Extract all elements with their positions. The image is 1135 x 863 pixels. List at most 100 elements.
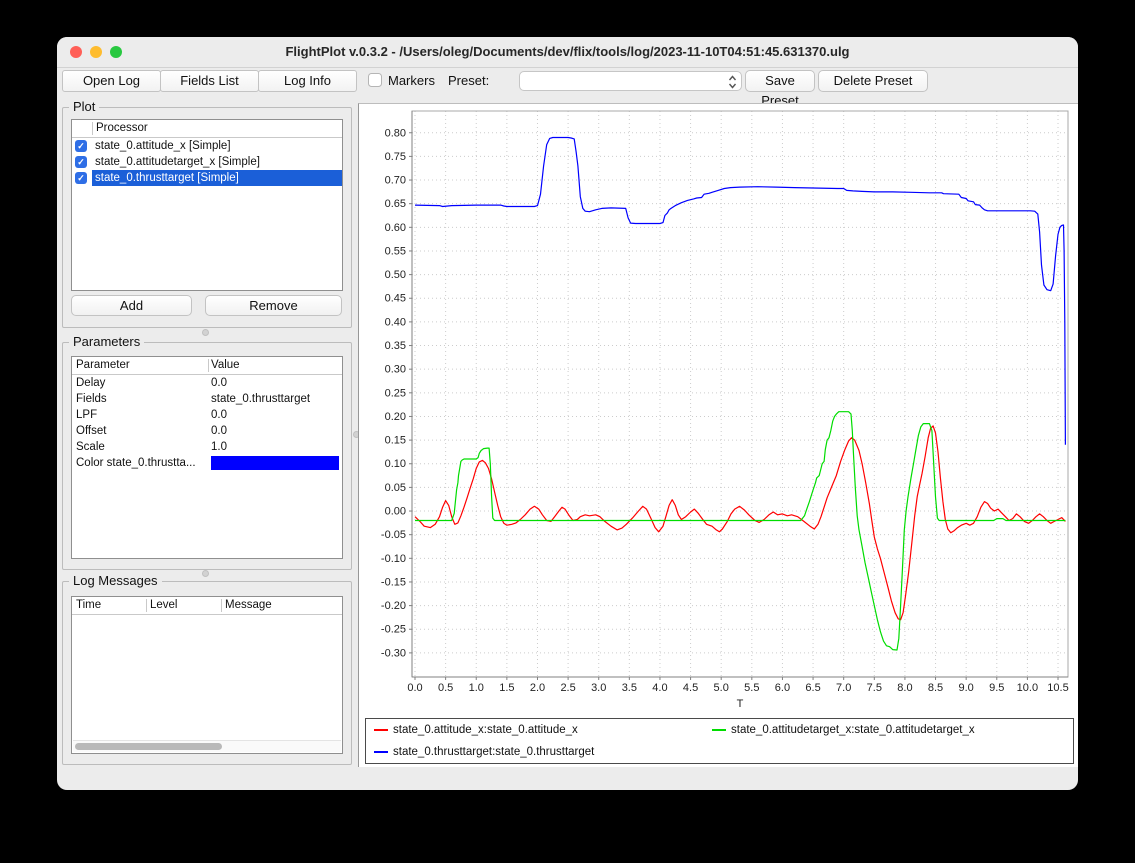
x-tick-label: 10.0	[1017, 682, 1038, 694]
plot-table-row[interactable]: ✓ state_0.thrusttarget [Simple]	[72, 170, 342, 186]
header-divider	[92, 122, 93, 135]
plot-table-row[interactable]: ✓ state_0.attitude_x [Simple]	[72, 138, 342, 154]
markers-label: Markers	[388, 70, 435, 92]
preset-combobox[interactable]	[519, 71, 742, 91]
legend-item: state_0.attitudetarget_x:state_0.attitud…	[712, 719, 975, 741]
plot-group-title: Plot	[69, 99, 99, 114]
x-tick-label: 9.5	[989, 682, 1004, 694]
time-column-header: Time	[76, 597, 101, 614]
plot-row-label: state_0.attitude_x [Simple]	[92, 138, 342, 154]
x-tick-label: 8.0	[897, 682, 912, 694]
y-tick-label: 0.15	[385, 435, 406, 447]
delete-preset-button[interactable]: Delete Preset	[818, 70, 928, 92]
flightplot-window: FlightPlot v.0.3.2 - /Users/oleg/Documen…	[57, 37, 1078, 790]
parameter-value: 0.0	[211, 423, 340, 439]
parameter-name: LPF	[76, 407, 208, 423]
y-tick-label: 0.05	[385, 482, 406, 494]
parameter-row[interactable]: Delay0.0	[72, 375, 342, 391]
y-tick-label: -0.25	[381, 624, 406, 636]
legend-series-label: state_0.attitudetarget_x:state_0.attitud…	[731, 724, 975, 736]
y-tick-label: -0.30	[381, 647, 406, 659]
log-messages-group: Log Messages Time Level Message	[62, 581, 352, 765]
legend-series-swatch	[712, 729, 726, 731]
titlebar[interactable]: FlightPlot v.0.3.2 - /Users/oleg/Documen…	[57, 37, 1078, 68]
parameter-row[interactable]: LPF0.0	[72, 407, 342, 423]
parameter-name: Color state_0.thrustta...	[76, 455, 208, 471]
parameter-value: 1.0	[211, 439, 340, 455]
y-tick-label: 0.50	[385, 269, 406, 281]
combo-stepper-icon	[728, 75, 737, 89]
y-tick-label: 0.25	[385, 387, 406, 399]
y-tick-label: 0.75	[385, 151, 406, 163]
parameter-row[interactable]: Fieldsstate_0.thrusttarget	[72, 391, 342, 407]
log-messages-table[interactable]: Time Level Message	[71, 596, 343, 754]
x-tick-label: 0.0	[407, 682, 422, 694]
plot-table[interactable]: Processor ✓state_0.attitude_x [Simple]✓s…	[71, 119, 343, 291]
legend-item: state_0.attitude_x:state_0.attitude_x	[374, 719, 712, 741]
y-tick-label: -0.10	[381, 553, 406, 565]
open-log-button[interactable]: Open Log	[62, 70, 161, 92]
y-tick-label: 0.30	[385, 364, 406, 376]
x-tick-label: 7.0	[836, 682, 851, 694]
message-column-header: Message	[225, 597, 272, 614]
close-window-button[interactable]	[70, 46, 82, 58]
series-line	[415, 138, 1065, 445]
y-tick-label: 0.70	[385, 175, 406, 187]
x-tick-label: 6.5	[805, 682, 820, 694]
x-tick-label: 4.0	[652, 682, 667, 694]
add-button[interactable]: Add	[71, 295, 192, 316]
legend-row: state_0.thrusttarget:state_0.thrusttarge…	[366, 741, 1073, 763]
header-divider	[208, 359, 209, 372]
log-info-button[interactable]: Log Info	[258, 70, 357, 92]
parameters-table[interactable]: Parameter Value Delay0.0Fieldsstate_0.th…	[71, 356, 343, 559]
y-tick-label: 0.40	[385, 316, 406, 328]
screenshot-stage: FlightPlot v.0.3.2 - /Users/oleg/Documen…	[0, 0, 1135, 863]
remove-button[interactable]: Remove	[205, 295, 342, 316]
y-tick-label: -0.15	[381, 576, 406, 588]
y-tick-label: 0.20	[385, 411, 406, 423]
plot-table-row[interactable]: ✓ state_0.attitudetarget_x [Simple]	[72, 154, 342, 170]
x-tick-label: 8.5	[928, 682, 943, 694]
parameter-value: 0.0	[211, 407, 340, 423]
parameter-column-header: Parameter	[76, 357, 130, 374]
plot-row-label: state_0.attitudetarget_x [Simple]	[92, 154, 342, 170]
x-tick-label: 2.0	[530, 682, 545, 694]
parameter-value: 0.0	[211, 375, 340, 391]
row-checkbox[interactable]: ✓	[75, 140, 87, 152]
color-swatch[interactable]	[211, 456, 339, 470]
log-table-header: Time Level Message	[72, 597, 342, 615]
save-preset-button[interactable]: Save Preset	[745, 70, 815, 92]
horizontal-scrollbar[interactable]	[73, 740, 341, 752]
row-checkbox[interactable]: ✓	[75, 172, 87, 184]
plot-border	[412, 111, 1068, 677]
y-tick-label: 0.10	[385, 458, 406, 470]
y-tick-label: 0.00	[385, 506, 406, 518]
x-tick-label: 7.5	[867, 682, 882, 694]
window-title: FlightPlot v.0.3.2 - /Users/oleg/Documen…	[97, 37, 1038, 67]
x-tick-label: 1.0	[469, 682, 484, 694]
value-column-header: Value	[211, 357, 240, 374]
splitter-handle[interactable]	[202, 570, 209, 577]
x-tick-label: 5.5	[744, 682, 759, 694]
parameter-name: Delay	[76, 375, 208, 391]
plot-row-label: state_0.thrusttarget [Simple]	[92, 170, 342, 186]
markers-checkbox[interactable]	[368, 73, 382, 87]
parameter-name: Offset	[76, 423, 208, 439]
y-tick-label: -0.20	[381, 600, 406, 612]
splitter-handle[interactable]	[202, 329, 209, 336]
legend-item: state_0.thrusttarget:state_0.thrusttarge…	[374, 741, 712, 763]
row-checkbox[interactable]: ✓	[75, 156, 87, 168]
chart-pane: 0.00.51.01.52.02.53.03.54.04.55.05.56.06…	[358, 103, 1078, 767]
series-line	[415, 426, 1065, 620]
parameters-table-header: Parameter Value	[72, 357, 342, 375]
parameter-row[interactable]: Offset0.0	[72, 423, 342, 439]
parameter-row[interactable]: Color state_0.thrustta...	[72, 455, 342, 471]
parameters-group: Parameters Parameter Value Delay0.0Field…	[62, 342, 352, 570]
x-tick-label: 0.5	[438, 682, 453, 694]
parameter-value: state_0.thrusttarget	[211, 391, 340, 407]
chart-svg[interactable]: 0.00.51.01.52.02.53.03.54.04.55.05.56.06…	[362, 107, 1074, 714]
scrollbar-thumb[interactable]	[75, 743, 222, 750]
legend-series-label: state_0.thrusttarget:state_0.thrusttarge…	[393, 746, 594, 758]
parameter-row[interactable]: Scale1.0	[72, 439, 342, 455]
fields-list-button[interactable]: Fields List	[160, 70, 259, 92]
